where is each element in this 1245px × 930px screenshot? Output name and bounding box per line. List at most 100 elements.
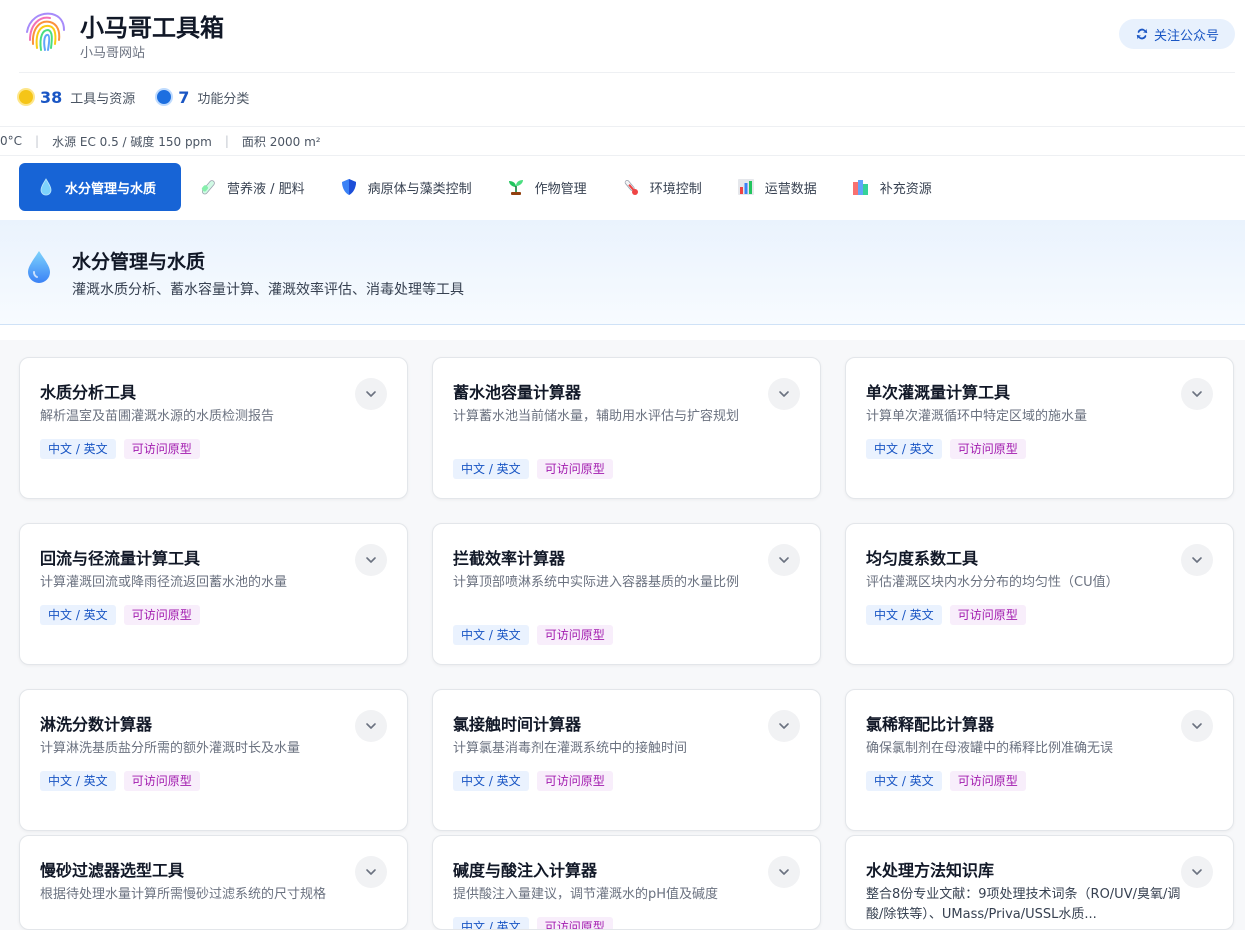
language-tag: 中文 / 英文 <box>866 605 942 625</box>
expand-button[interactable] <box>355 856 387 888</box>
tool-card[interactable]: 水处理方法知识库 整合8份专业文献：9项处理技术词条（RO/UV/臭氧/调酸/除… <box>845 835 1234 930</box>
tool-card[interactable]: 慢砂过滤器选型工具 根据待处理水量计算所需慢砂过滤系统的尺寸规格 <box>19 835 408 930</box>
tool-card-description: 提供酸注入量建议，调节灌溉水的pH值及碱度 <box>453 887 719 902</box>
tool-card-title: 回流与径流量计算工具 <box>40 549 201 568</box>
language-tag: 中文 / 英文 <box>453 771 529 791</box>
expand-button[interactable] <box>768 856 800 888</box>
expand-button[interactable] <box>768 378 800 410</box>
prototype-tag: 可访问原型 <box>123 771 200 791</box>
tool-card[interactable]: 单次灌溉量计算工具 计算单次灌溉循环中特定区域的施水量 中文 / 英文 可访问原型 <box>845 357 1234 499</box>
language-tag: 中文 / 英文 <box>453 459 529 479</box>
prototype-tag: 可访问原型 <box>123 439 200 459</box>
tool-card[interactable]: 碱度与酸注入计算器 提供酸注入量建议，调节灌溉水的pH值及碱度 中文 / 英文可… <box>432 835 821 930</box>
chevron-down-icon <box>1192 391 1202 397</box>
chevron-down-icon <box>779 723 789 729</box>
tool-card-title: 蓄水池容量计算器 <box>453 383 582 402</box>
tab-nutrient-solution[interactable]: 营养液 / 肥料 <box>181 163 322 211</box>
tool-card[interactable]: 氯接触时间计算器 计算氯基消毒剂在灌溉系统中的接触时间 中文 / 英文 可访问原型 <box>432 689 821 831</box>
prototype-tag: 可访问原型 <box>536 917 613 929</box>
expand-button[interactable] <box>1181 856 1213 888</box>
brand-title: 小马哥工具箱 <box>80 14 224 42</box>
stat-dot-blue <box>157 90 172 104</box>
tool-card-title: 单次灌溉量计算工具 <box>866 383 1011 402</box>
tool-card-description: 计算氯基消毒剂在灌溉系统中的接触时间 <box>453 741 688 756</box>
tool-card[interactable]: 水质分析工具 解析温室及苗圃灌溉水源的水质检测报告 中文 / 英文 可访问原型 <box>19 357 408 499</box>
water-drop-icon <box>40 178 52 196</box>
chevron-down-icon <box>779 869 789 875</box>
sync-icon <box>1136 28 1148 40</box>
tool-card-description: 解析温室及苗圃灌溉水源的水质检测报告 <box>40 409 275 424</box>
chevron-down-icon <box>1192 557 1202 563</box>
expand-button[interactable] <box>1181 378 1213 410</box>
app-header: 小马哥工具箱 小马哥网站 关注公众号 <box>0 0 1245 72</box>
chevron-down-icon <box>779 557 789 563</box>
chevron-down-icon <box>366 557 376 563</box>
follow-account-label: 关注公众号 <box>1153 28 1219 44</box>
tool-card[interactable]: 氯稀释配比计算器 确保氯制剂在母液罐中的稀释比例准确无误 中文 / 英文 可访问原… <box>845 689 1234 831</box>
expand-button[interactable] <box>768 544 800 576</box>
tool-card[interactable]: 蓄水池容量计算器 计算蓄水池当前储水量，辅助用水评估与扩容规划 中文 / 英文可… <box>432 357 821 499</box>
books-icon <box>852 180 868 195</box>
tool-card-description: 计算单次灌溉循环中特定区域的施水量 <box>866 409 1088 424</box>
chevron-down-icon <box>779 391 789 397</box>
prototype-tag: 可访问原型 <box>949 771 1026 791</box>
expand-button[interactable] <box>768 710 800 742</box>
expand-button[interactable] <box>355 710 387 742</box>
tool-card[interactable]: 淋洗分数计算器 计算淋洗基质盐分所需的额外灌溉时长及水量 中文 / 英文 可访问原… <box>19 689 408 831</box>
ticker-area: 面积 2000 m² <box>241 134 321 149</box>
tool-card-title: 氯接触时间计算器 <box>453 715 582 734</box>
fingerprint-logo-icon <box>26 12 65 51</box>
brand-subtitle: 小马哥网站 <box>80 46 146 61</box>
language-tag: 中文 / 英文 <box>453 625 529 645</box>
language-tag: 中文 / 英文 <box>40 605 116 625</box>
tool-card-description: 评估灌溉区块内水分分布的均匀性（CU值） <box>866 575 1119 590</box>
tool-card-title: 水质分析工具 <box>40 383 137 402</box>
tool-card[interactable]: 回流与径流量计算工具 计算灌溉回流或降雨径流返回蓄水池的水量 中文 / 英文 可访… <box>19 523 408 665</box>
tool-card[interactable]: 均匀度系数工具 评估灌溉区块内水分分布的均匀性（CU值） 中文 / 英文 可访问原… <box>845 523 1234 665</box>
tool-card-description: 确保氯制剂在母液罐中的稀释比例准确无误 <box>866 741 1114 756</box>
tool-card[interactable]: 拦截效率计算器 计算顶部喷淋系统中实际进入容器基质的水量比例 中文 / 英文 可访… <box>432 523 821 665</box>
language-tag: 中文 / 英文 <box>453 917 529 929</box>
tool-card-description: 计算蓄水池当前储水量，辅助用水评估与扩容规划 <box>453 409 740 424</box>
prototype-tag: 可访问原型 <box>949 605 1026 625</box>
prototype-tag: 可访问原型 <box>949 439 1026 459</box>
chevron-down-icon <box>366 869 376 875</box>
tool-card-title: 氯稀释配比计算器 <box>866 715 995 734</box>
ticker-water-source: 水源 EC 0.5 / 碱度 150 ppm <box>52 134 212 149</box>
tool-card-title: 淋洗分数计算器 <box>40 715 153 734</box>
tool-card-title: 水处理方法知识库 <box>866 861 995 880</box>
water-drop-icon <box>28 251 50 283</box>
section-title: 水分管理与水质 <box>72 251 206 273</box>
tab-water-management[interactable]: 水分管理与水质 <box>19 163 181 211</box>
ticker-temperature: 0°C <box>0 134 23 148</box>
expand-button[interactable] <box>355 544 387 576</box>
tool-card-description: 根据待处理水量计算所需慢砂过滤系统的尺寸规格 <box>40 887 327 902</box>
chevron-down-icon <box>1192 723 1202 729</box>
language-tag: 中文 / 英文 <box>40 439 116 459</box>
tab-environment-control[interactable]: 环境控制 <box>604 163 719 211</box>
tool-card-title: 慢砂过滤器选型工具 <box>40 861 185 880</box>
test-tube-icon <box>201 180 215 195</box>
tab-supplementary-resources[interactable]: 补充资源 <box>834 163 949 211</box>
chevron-down-icon <box>1192 869 1202 875</box>
bar-chart-icon <box>737 179 754 195</box>
tool-card-description: 整合8份专业文献：9项处理技术词条（RO/UV/臭氧/调酸/除铁等）、UMass… <box>866 887 1181 922</box>
tab-crop-management[interactable]: 作物管理 <box>489 163 604 211</box>
expand-button[interactable] <box>1181 710 1213 742</box>
expand-button[interactable] <box>355 378 387 410</box>
seedling-icon <box>508 180 523 195</box>
tool-card-description: 计算灌溉回流或降雨径流返回蓄水池的水量 <box>40 575 288 590</box>
chevron-down-icon <box>366 723 376 729</box>
stat-tools-count: 38 <box>40 87 63 107</box>
stat-categories-count: 7 <box>178 87 190 107</box>
shield-icon <box>341 179 356 195</box>
prototype-tag: 可访问原型 <box>536 459 613 479</box>
tool-card-title: 拦截效率计算器 <box>453 549 566 568</box>
chevron-down-icon <box>366 391 376 397</box>
tab-pathogen-control[interactable]: 病原体与藻类控制 <box>322 163 489 211</box>
expand-button[interactable] <box>1181 544 1213 576</box>
parameter-ticker: 0°C | 水源 EC 0.5 / 碱度 150 ppm | 面积 2000 m… <box>0 126 1245 156</box>
tool-card-description: 计算顶部喷淋系统中实际进入容器基质的水量比例 <box>453 575 740 590</box>
follow-account-button[interactable]: 关注公众号 <box>1119 19 1235 49</box>
tab-operations-data[interactable]: 运营数据 <box>719 163 834 211</box>
